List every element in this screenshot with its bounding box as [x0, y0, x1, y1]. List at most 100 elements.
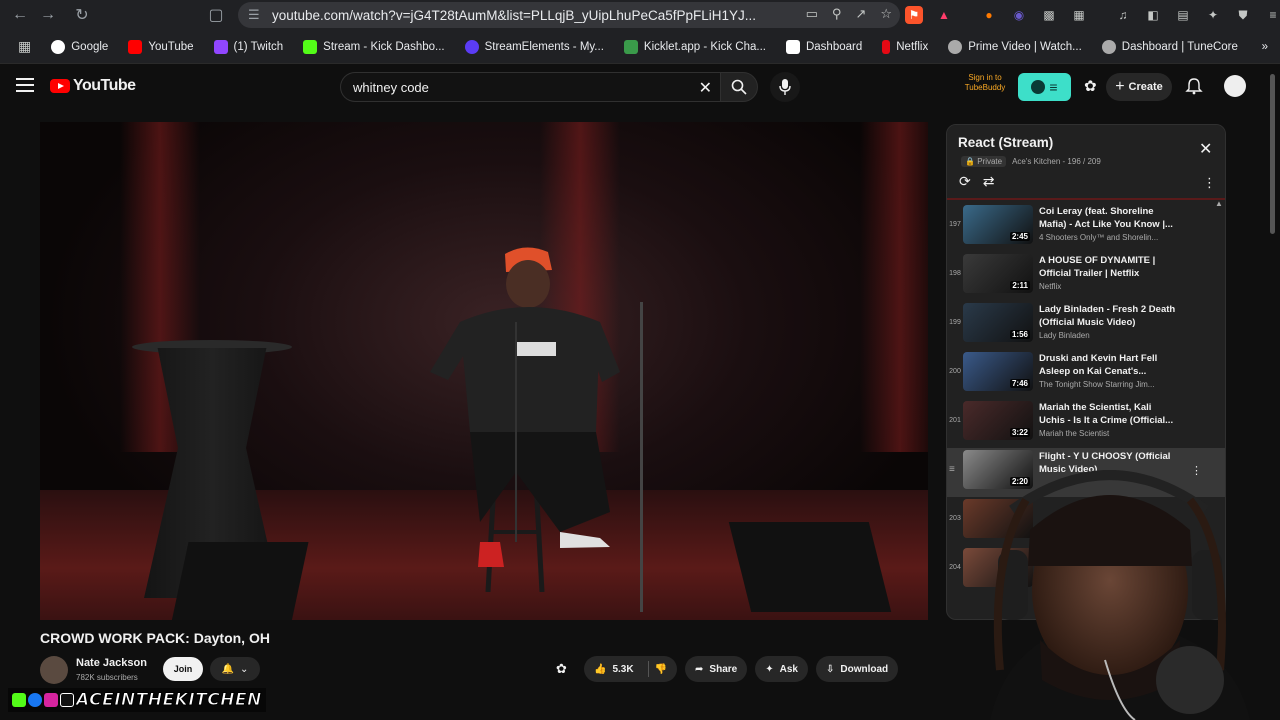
tubebuddy-icon [1031, 80, 1046, 94]
create-button[interactable]: + Create [1106, 73, 1172, 101]
playlist-item-thumbnail[interactable]: 3:22 [963, 401, 1033, 440]
bookmark-youtube[interactable]: YouTube [120, 35, 201, 59]
dashboard-icon [785, 39, 800, 54]
clear-search-icon[interactable]: ✕ [699, 78, 712, 98]
vpn-shield-icon[interactable]: ⛊ [1234, 6, 1252, 24]
bookmark-kicklet[interactable]: Kicklet.app - Kick Cha... [616, 35, 774, 59]
playlist-item-title[interactable]: Druski and Kevin Hart Fell Asleep on Kai… [1039, 352, 1179, 378]
more-bookmarks-icon[interactable]: » [1254, 35, 1276, 59]
bookmark-prime-video[interactable]: Prime Video | Watch... [940, 35, 1090, 59]
join-button[interactable]: Join [163, 657, 203, 681]
address-bar[interactable]: ☰ youtube.com/watch?v=jG4T28tAumM&list=P… [238, 2, 900, 28]
shuffle-icon[interactable]: ⇄ [983, 173, 995, 190]
loop-icon[interactable]: ⟳ [959, 173, 971, 190]
forward-icon[interactable]: → [34, 1, 62, 29]
apps-icon[interactable]: ▦ [10, 35, 39, 59]
screenshot-icon[interactable]: ▦ [1070, 6, 1088, 24]
playlist-item-channel: 4 Shooters Only™ and Shorelin... [1039, 233, 1159, 242]
playlist-item-thumbnail[interactable]: 2:11 [963, 254, 1033, 293]
thumbs-down-icon[interactable]: 👎 [655, 664, 667, 675]
streamer-webcam [990, 470, 1250, 720]
playlist-item-channel: Netflix [1039, 282, 1062, 291]
scroll-up-icon[interactable]: ▲ [1215, 199, 1223, 208]
playlist-item[interactable]: 197 2:45 Coi Leray (feat. Shoreline Mafia)… [947, 203, 1225, 252]
extensions-puzzle-icon[interactable]: ▩ [1040, 6, 1058, 24]
like-button[interactable]: 👍 5.3K 👎 [584, 656, 678, 682]
playlist-title[interactable]: React (Stream) [958, 135, 1053, 150]
tubebuddy-signin-link[interactable]: Sign in to TubeBuddy [955, 73, 1015, 93]
download-button[interactable]: ⇩ Download [815, 656, 899, 682]
playlist-item-title[interactable]: Mariah the Scientist, Kali Uchis - Is It… [1039, 401, 1179, 427]
watermark-text: ACEINTHEKITCHEN [76, 690, 262, 711]
share-button[interactable]: ➦ Share [685, 656, 748, 682]
playlist-item[interactable]: 199 1:56 Lady Binladen - Fresh 2 Death (Of… [947, 301, 1225, 350]
playlist-item-thumbnail[interactable]: 7:46 [963, 352, 1033, 391]
zoom-icon[interactable]: ⚲ [832, 6, 842, 22]
private-badge: 🔒 Private [961, 156, 1007, 167]
bookmark-dashboard[interactable]: Dashboard [778, 35, 870, 59]
voice-search-button[interactable] [770, 72, 800, 102]
youtube-icon [128, 39, 143, 54]
star-icon[interactable]: ☆ [880, 6, 892, 22]
video-player[interactable] [40, 122, 928, 620]
bookmark-icon[interactable]: ▢ [202, 1, 230, 29]
studio-icon[interactable]: ✿ [1084, 77, 1097, 95]
playlist-item-duration: 1:56 [1009, 330, 1030, 339]
facebook-icon [28, 693, 42, 707]
bookmark-tunecore[interactable]: Dashboard | TuneCore [1094, 35, 1246, 59]
share-icon[interactable]: ↗ [855, 6, 866, 22]
page-scrollbar[interactable] [1270, 74, 1275, 234]
search-input[interactable]: whitney code ✕ [340, 72, 720, 102]
channel-name[interactable]: Nate Jackson [76, 657, 147, 669]
wallet-icon[interactable]: ▤ [1174, 6, 1192, 24]
playlist-item-index: 199 [949, 319, 961, 326]
bookmark-twitch[interactable]: (1) Twitch [206, 35, 292, 59]
playlist-item-thumbnail[interactable]: 1:56 [963, 303, 1033, 342]
extension-fox-icon[interactable]: ● [980, 6, 998, 24]
site-info-icon[interactable]: ☰ [248, 7, 264, 23]
subscription-bell-button[interactable]: 🔔 ⌄ [210, 657, 260, 681]
back-icon[interactable]: ← [6, 1, 34, 29]
cast-icon[interactable]: ▭ [806, 6, 818, 22]
playlist-item[interactable]: 198 2:11 A HOUSE OF DYNAMITE | Official Tr… [947, 252, 1225, 301]
channel-avatar[interactable] [40, 656, 68, 684]
playlist-header: React (Stream) ✕ 🔒 Private Ace's Kitchen… [947, 125, 1225, 199]
close-icon[interactable]: ✕ [1199, 139, 1212, 159]
account-avatar[interactable] [1224, 75, 1246, 97]
playlist-item-title[interactable]: A HOUSE OF DYNAMITE | Official Trailer |… [1039, 254, 1179, 280]
reload-icon[interactable]: ↻ [68, 1, 96, 29]
bookmark-kick[interactable]: Stream - Kick Dashbo... [295, 35, 452, 59]
brave-shield-icon[interactable]: ⚑ [905, 6, 923, 24]
media-icon[interactable]: ♫ [1114, 6, 1132, 24]
leo-ai-icon[interactable]: ✦ [1204, 6, 1222, 24]
clip-icon[interactable]: ✿ [556, 656, 576, 682]
sparkle-icon: ✦ [765, 663, 774, 675]
bookmark-google[interactable]: Google [43, 35, 116, 59]
menu-icon[interactable]: ≡ [1264, 6, 1280, 24]
search-button[interactable] [720, 72, 758, 102]
browser-toolbar: ← → ↻ ▢ ☰ youtube.com/watch?v=jG4T28tAum… [0, 0, 1280, 30]
playlist-item-text: Druski and Kevin Hart Fell Asleep on Kai… [1039, 352, 1179, 389]
globe-icon [1101, 39, 1116, 54]
ask-button[interactable]: ✦ Ask [755, 656, 808, 682]
youtube-logo[interactable]: YouTube [50, 77, 136, 95]
notifications-bell-icon[interactable] [1185, 77, 1203, 95]
playlist-item[interactable]: 201 3:22 Mariah the Scientist, Kali Uchis … [947, 399, 1225, 448]
mic-stand [640, 302, 643, 612]
more-options-icon[interactable]: ⋮ [1203, 175, 1216, 191]
playlist-item-thumbnail[interactable]: 2:45 [963, 205, 1033, 244]
brave-rewards-icon[interactable]: ▲ [935, 6, 953, 24]
playlist-item-title[interactable]: Coi Leray (feat. Shoreline Mafia) - Act … [1039, 205, 1179, 231]
chevron-down-icon: ⌄ [240, 663, 249, 675]
bookmark-netflix[interactable]: Netflix [874, 35, 936, 59]
extension-vpn-icon[interactable]: ◉ [1010, 6, 1028, 24]
bookmark-streamelements[interactable]: StreamElements - My... [457, 35, 612, 59]
youtube-header: YouTube whitney code ✕ Sign in to TubeBu… [0, 64, 1280, 110]
playlist-item-title[interactable]: Lady Binladen - Fresh 2 Death (Official … [1039, 303, 1179, 329]
playlist-item[interactable]: 200 7:46 Druski and Kevin Hart Fell Asleep… [947, 350, 1225, 399]
tubebuddy-button[interactable]: ≡ [1018, 73, 1071, 101]
menu-icon[interactable] [16, 78, 34, 92]
playlist-position[interactable]: Ace's Kitchen - 196 / 209 [1012, 157, 1101, 166]
sidebar-icon[interactable]: ◧ [1144, 6, 1162, 24]
stage-curtain [860, 122, 928, 452]
